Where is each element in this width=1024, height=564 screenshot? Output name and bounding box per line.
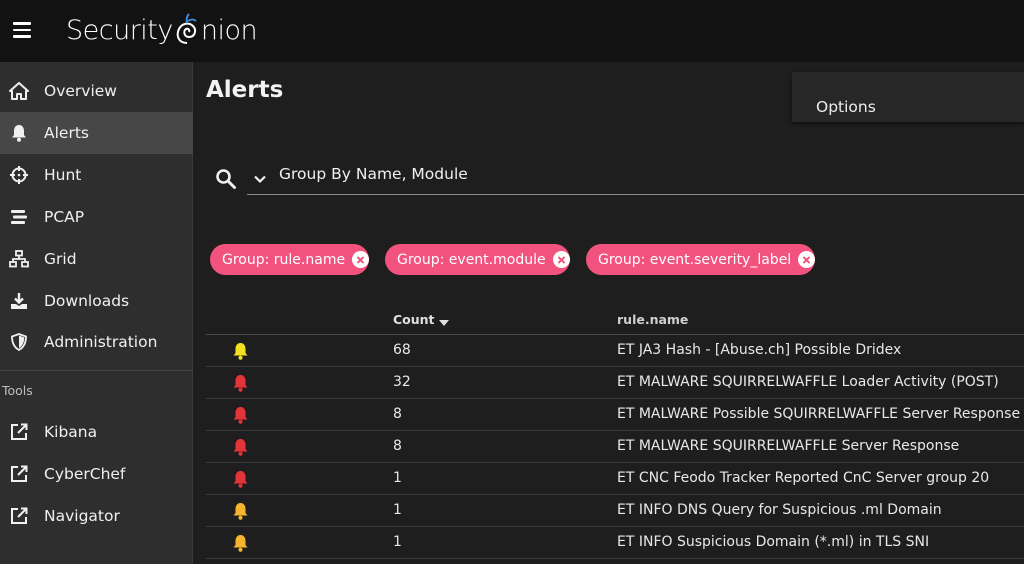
nav-item-administration[interactable]: Administration [0, 321, 193, 363]
cell-count: 8 [393, 438, 402, 454]
divider [0, 370, 193, 371]
group-chip-event-severity-label[interactable]: Group: event.severity_label [586, 244, 816, 275]
navigation-drawer: Overview Alerts Hunt PCAP Grid Downloads [0, 62, 193, 564]
cell-rule-name[interactable]: ET JA3 Hash - [Abuse.ch] Possible Dridex [617, 342, 901, 358]
table-row[interactable]: 32 ET MALWARE SQUIRRELWAFFLE Loader Activ… [206, 367, 1024, 399]
severity-bell-icon [233, 375, 248, 392]
sitemap-icon [9, 249, 29, 269]
cell-count: 68 [393, 342, 411, 358]
shield-icon [9, 332, 29, 352]
nav-label: Administration [44, 333, 158, 351]
group-chip-rule-name[interactable]: Group: rule.name [210, 244, 370, 275]
group-chip-event-module[interactable]: Group: event.module [385, 244, 570, 275]
home-icon [9, 81, 29, 101]
bell-icon [9, 123, 29, 143]
table-row[interactable]: 8 ET MALWARE SQUIRRELWAFFLE Server Respon… [206, 431, 1024, 463]
nav-label: PCAP [44, 208, 85, 226]
nav-label: Alerts [44, 124, 89, 142]
nav-item-hunt[interactable]: Hunt [0, 154, 193, 196]
cell-rule-name[interactable]: ET CNC Feodo Tracker Reported CnC Server… [617, 470, 989, 486]
query-text: Group By Name, Module [279, 165, 468, 183]
severity-bell-icon [233, 535, 248, 552]
nav-label: Grid [44, 250, 77, 268]
page-title: Alerts [206, 77, 284, 103]
cell-count: 32 [393, 374, 411, 390]
chip-label: Group: event.module [397, 251, 546, 268]
nav-item-downloads[interactable]: Downloads [0, 280, 193, 322]
tools-header: Tools [2, 383, 33, 398]
severity-bell-icon [233, 439, 248, 456]
download-icon [9, 291, 29, 311]
cell-rule-name[interactable]: ET INFO DNS Query for Suspicious .ml Dom… [617, 502, 942, 518]
security-onion-logo[interactable]: Security nion [66, 8, 258, 52]
close-icon[interactable] [352, 251, 370, 268]
nav-label: CyberChef [44, 465, 126, 483]
nav-item-kibana[interactable]: Kibana [0, 411, 193, 453]
nav-label: Navigator [44, 507, 120, 525]
options-label[interactable]: Options [816, 98, 876, 116]
nav-item-pcap[interactable]: PCAP [0, 196, 193, 238]
severity-bell-icon [233, 343, 248, 360]
table-row[interactable]: 1 ET INFO Suspicious Domain (*.ml) in TLS… [206, 527, 1024, 559]
table-row[interactable]: 68 ET JA3 Hash - [Abuse.ch] Possible Drid… [206, 335, 1024, 367]
severity-bell-icon [233, 471, 248, 488]
cell-rule-name[interactable]: ET MALWARE SQUIRRELWAFFLE Loader Activit… [617, 374, 999, 390]
external-link-icon [9, 464, 29, 484]
sort-desc-icon[interactable] [439, 320, 449, 326]
main-content: Alerts Options Group By Name, Module Gro… [193, 62, 1024, 564]
table-row[interactable]: 1 ET INFO DNS Query for Suspicious .ml Do… [206, 495, 1024, 527]
nav-item-grid[interactable]: Grid [0, 238, 193, 280]
onion-logo-icon [176, 13, 197, 44]
severity-bell-icon [233, 503, 248, 520]
stream-icon [9, 207, 29, 227]
options-panel[interactable]: Options [792, 72, 1024, 122]
cell-count: 1 [393, 470, 402, 486]
hamburger-menu-icon[interactable] [13, 22, 31, 38]
nav-item-alerts[interactable]: Alerts [0, 112, 193, 154]
cell-count: 1 [393, 534, 402, 550]
nav-label: Hunt [44, 166, 82, 184]
nav-item-navigator[interactable]: Navigator [0, 495, 193, 537]
chevron-down-icon[interactable] [251, 170, 269, 188]
nav-item-overview[interactable]: Overview [0, 70, 193, 112]
cell-count: 8 [393, 406, 402, 422]
nav-item-cyberchef[interactable]: CyberChef [0, 453, 193, 495]
external-link-icon [9, 422, 29, 442]
external-link-icon [9, 506, 29, 526]
table-row[interactable]: 1 ET CNC Feodo Tracker Reported CnC Serve… [206, 463, 1024, 495]
logo-text-left: Security [66, 14, 173, 46]
nav-label: Overview [44, 82, 117, 100]
nav-label: Downloads [44, 292, 130, 310]
cell-rule-name[interactable]: ET MALWARE Possible SQUIRRELWAFFLE Serve… [617, 406, 1020, 422]
chip-label: Group: rule.name [222, 251, 346, 268]
cell-count: 1 [393, 502, 402, 518]
severity-bell-icon [233, 407, 248, 424]
nav-label: Kibana [44, 423, 98, 441]
column-header-count[interactable]: Count [393, 312, 435, 327]
cell-rule-name[interactable]: ET INFO Suspicious Domain (*.ml) in TLS … [617, 534, 929, 550]
crosshairs-icon [9, 165, 29, 185]
table-row[interactable]: 8 ET MALWARE Possible SQUIRRELWAFFLE Serv… [206, 399, 1024, 431]
search-icon[interactable] [215, 168, 237, 190]
query-select[interactable]: Group By Name, Module [247, 158, 1024, 195]
cell-rule-name[interactable]: ET MALWARE SQUIRRELWAFFLE Server Respons… [617, 438, 959, 454]
logo-text-right: nion [200, 14, 258, 46]
close-icon[interactable] [552, 251, 570, 268]
chip-label: Group: event.severity_label [598, 251, 792, 268]
app-bar: Security nion [0, 0, 1024, 62]
column-header-rule-name[interactable]: rule.name [617, 312, 688, 327]
close-icon[interactable] [798, 251, 816, 268]
